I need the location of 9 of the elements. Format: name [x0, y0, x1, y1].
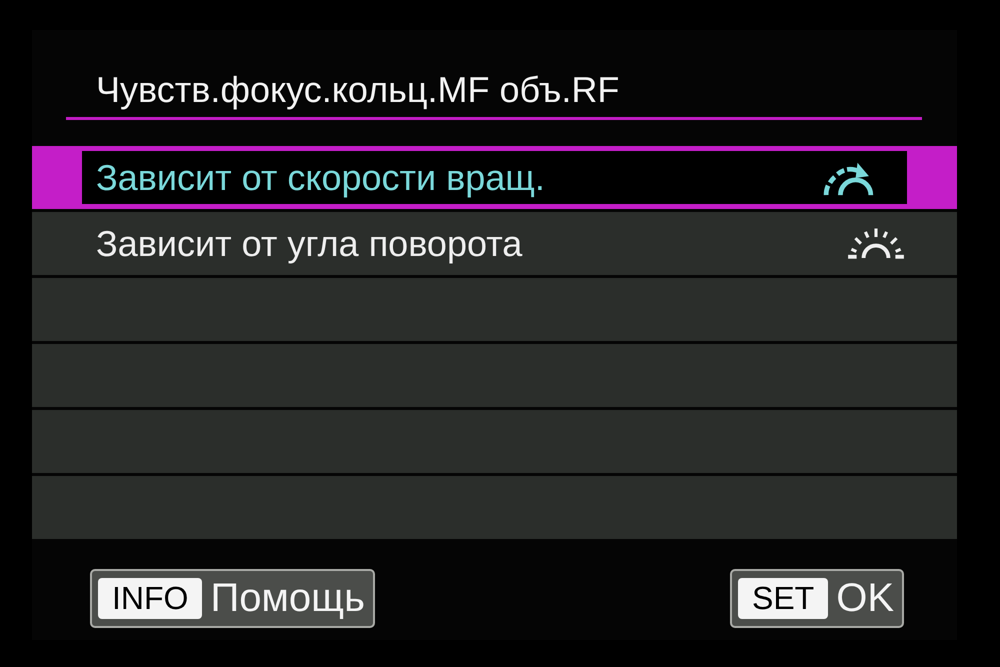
menu-title: Чувств.фокус.кольц.MF объ.RF	[95, 68, 620, 112]
menu-option[interactable]: Зависит от угла поворота	[32, 212, 957, 275]
key-label: SET	[738, 578, 828, 619]
key-label: INFO	[98, 578, 202, 619]
key-action: Помощь	[210, 576, 365, 621]
menu-option[interactable]: Зависит от скорости вращ.	[32, 146, 957, 209]
key-action: OK	[836, 576, 894, 621]
key-hint-button[interactable]: SET OK	[730, 569, 904, 628]
key-hint-button[interactable]: INFO Помощь	[90, 569, 375, 628]
